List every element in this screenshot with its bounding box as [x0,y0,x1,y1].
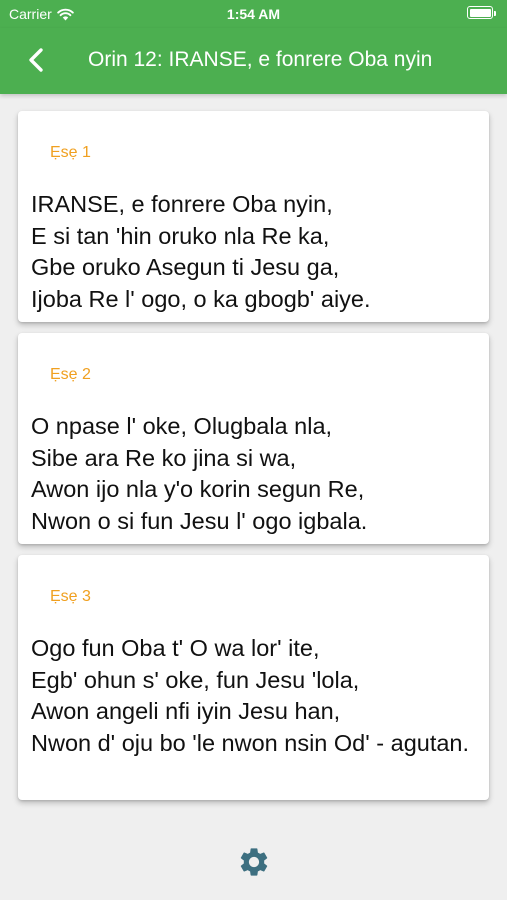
status-bar: Carrier 1:54 AM [0,0,507,28]
nav-bar: Orin 12: IRANSE, e fonrere Oba nyin [0,28,507,94]
verse-card: Ẹsẹ 3 Ogo fun Oba t' O wa lor' ite, Egb'… [18,555,489,800]
verse-card: Ẹsẹ 2 O npase l' oke, Olugbala nla, Sibe… [18,333,489,544]
chevron-left-icon [29,48,43,72]
back-button[interactable] [22,44,52,76]
settings-button[interactable] [237,845,271,879]
verse-text: O npase l' oke, Olugbala nla, Sibe ara R… [31,413,368,534]
battery-icon [467,6,496,19]
verse-label: Ẹsẹ 1 [50,144,91,161]
verse-text: IRANSE, e fonrere Oba nyin, E si tan 'hi… [31,191,371,312]
status-time: 1:54 AM [226,6,281,22]
verse-card: Ẹsẹ 1 IRANSE, e fonrere Oba nyin, E si t… [18,111,489,322]
page-title: Orin 12: IRANSE, e fonrere Oba nyin [88,48,433,71]
verse-label: Ẹsẹ 3 [50,588,91,605]
verse-list[interactable]: Ẹsẹ 1 IRANSE, e fonrere Oba nyin, E si t… [0,94,507,824]
gear-icon [240,848,268,876]
verse-text: Ogo fun Oba t' O wa lor' ite, Egb' ohun … [31,635,470,756]
bottom-bar [0,824,507,900]
verse-label: Ẹsẹ 2 [50,366,91,383]
